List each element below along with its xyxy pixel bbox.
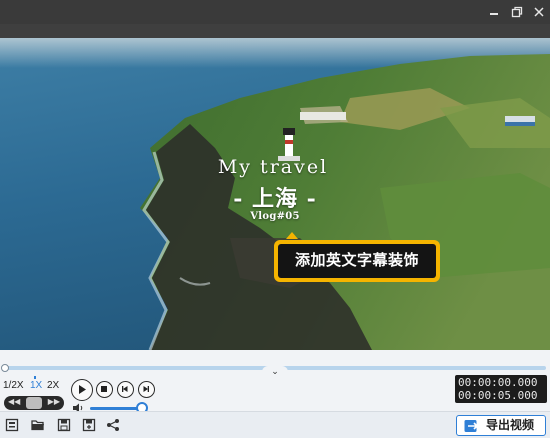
export-video-button[interactable]: 导出视频 bbox=[456, 415, 546, 436]
overlay-title-line2: - 上海 - bbox=[233, 186, 317, 212]
play-button[interactable] bbox=[71, 379, 93, 401]
speed-1x-button[interactable]: 1X bbox=[30, 380, 42, 391]
speed-half-button[interactable]: 1/2X bbox=[3, 380, 24, 391]
previous-frame-button[interactable] bbox=[117, 381, 134, 398]
jog-knob[interactable] bbox=[26, 397, 42, 409]
play-icon bbox=[79, 385, 86, 394]
overlay-title-line3: Vlog#05 bbox=[250, 211, 300, 222]
speed-2x-button[interactable]: 2X bbox=[47, 380, 59, 391]
stop-icon bbox=[101, 386, 107, 392]
title-bar bbox=[0, 0, 550, 24]
minimize-button[interactable] bbox=[486, 4, 502, 20]
volume-fill bbox=[90, 407, 139, 410]
previous-frame-icon bbox=[122, 386, 128, 392]
hint-tooltip: 添加英文字幕装饰 bbox=[274, 240, 440, 282]
export-video-label: 导出视频 bbox=[486, 418, 535, 432]
video-preview[interactable]: My travel - 上海 - Vlog#05 添加英文字幕装饰 bbox=[0, 38, 550, 350]
playhead-handle[interactable] bbox=[1, 364, 9, 372]
rewind-icon: ◀◀ bbox=[8, 397, 21, 406]
next-frame-button[interactable] bbox=[138, 381, 155, 398]
restore-button[interactable] bbox=[509, 4, 525, 20]
stop-button[interactable] bbox=[96, 381, 113, 398]
subtitle-icon[interactable] bbox=[5, 418, 19, 432]
save-as-icon[interactable] bbox=[82, 418, 96, 432]
restore-icon bbox=[511, 6, 523, 18]
close-button[interactable] bbox=[531, 4, 547, 20]
minimize-icon bbox=[490, 13, 498, 15]
time-display: 00:00:00.000 00:00:05.000 bbox=[455, 375, 547, 403]
video-editor-window: My travel - 上海 - Vlog#05 添加英文字幕装饰 ⌄ 1/2X… bbox=[0, 0, 550, 438]
tooltip-pointer bbox=[286, 232, 298, 239]
overlay-title-line1: My travel bbox=[217, 156, 329, 178]
close-icon bbox=[534, 7, 544, 17]
total-time: 00:00:05.000 bbox=[458, 389, 538, 402]
bottom-toolbar: 导出视频 bbox=[0, 411, 550, 438]
save-icon[interactable] bbox=[57, 418, 71, 432]
jog-shuttle[interactable]: ◀◀ ▶▶ bbox=[4, 396, 64, 410]
current-time: 00:00:00.000 bbox=[458, 376, 538, 389]
share-icon[interactable] bbox=[106, 418, 120, 432]
export-icon bbox=[464, 420, 479, 432]
speed-indicator bbox=[34, 376, 36, 379]
folder-open-icon[interactable] bbox=[31, 418, 45, 432]
collapse-toggle[interactable]: ⌄ bbox=[262, 366, 288, 378]
hint-tooltip-text: 添加英文字幕装饰 bbox=[278, 244, 436, 278]
fast-forward-icon: ▶▶ bbox=[47, 397, 60, 406]
next-frame-icon bbox=[143, 386, 149, 392]
chevron-down-icon: ⌄ bbox=[271, 366, 279, 376]
